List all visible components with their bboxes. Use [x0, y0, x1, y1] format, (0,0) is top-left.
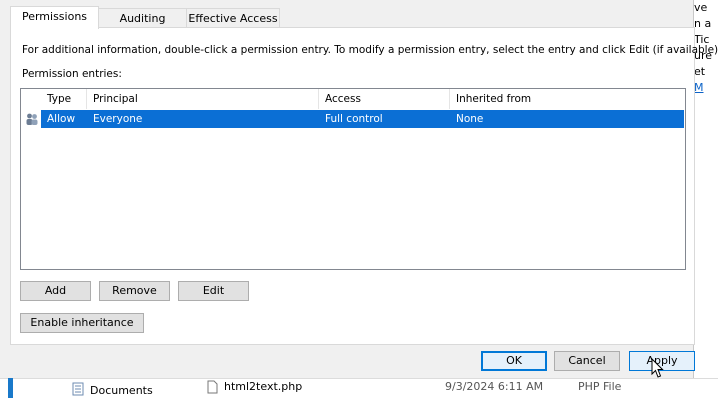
- file-name[interactable]: html2text.php: [224, 380, 302, 393]
- cancel-button[interactable]: Cancel: [554, 351, 620, 371]
- table-row[interactable]: Allow Everyone Full control None: [21, 110, 684, 128]
- tab-auditing[interactable]: Auditing: [97, 8, 188, 28]
- users-icon: [26, 113, 38, 125]
- advanced-security-dialog: Permissions Auditing Effective Access Fo…: [0, 0, 718, 379]
- mouse-cursor-icon: [651, 358, 664, 378]
- bg-text: ve: [694, 1, 708, 14]
- ok-button[interactable]: OK: [481, 351, 547, 371]
- explorer-file-row[interactable]: Documents html2text.php 9/3/2024 6:11 AM…: [0, 378, 718, 399]
- column-header-access[interactable]: Access: [319, 89, 450, 109]
- cell-principal: Everyone: [93, 113, 143, 125]
- enable-inheritance-button[interactable]: Enable inheritance: [20, 313, 144, 333]
- cell-access: Full control: [325, 113, 383, 125]
- file-type: PHP File: [578, 380, 622, 393]
- column-header-type[interactable]: Type: [41, 89, 87, 109]
- info-text: For additional information, double-click…: [22, 44, 718, 56]
- remove-button[interactable]: Remove: [99, 281, 170, 301]
- cell-inherited-from: None: [456, 113, 484, 125]
- document-icon: [72, 382, 84, 396]
- tab-permissions[interactable]: Permissions: [10, 6, 99, 29]
- bg-link[interactable]: M: [694, 80, 718, 96]
- bg-text: et: [694, 65, 706, 78]
- edit-button[interactable]: Edit: [178, 281, 249, 301]
- selection-strip: [8, 378, 13, 398]
- permissions-panel: For additional information, double-click…: [10, 27, 718, 345]
- column-header-inherited-from[interactable]: Inherited from: [450, 89, 684, 109]
- column-header-principal[interactable]: Principal: [87, 89, 319, 109]
- file-icon: [207, 380, 218, 394]
- permission-entries-list[interactable]: Type Principal Access Inherited from All…: [20, 88, 686, 270]
- cell-type: Allow: [47, 113, 76, 125]
- tab-effective-access[interactable]: Effective Access: [186, 8, 280, 28]
- bg-text: n a: [694, 17, 712, 30]
- file-date: 9/3/2024 6:11 AM: [445, 380, 544, 393]
- permission-entries-label: Permission entries:: [22, 68, 122, 80]
- folder-documents[interactable]: Documents: [90, 384, 153, 397]
- add-button[interactable]: Add: [20, 281, 91, 301]
- list-header: Type Principal Access Inherited from: [21, 89, 685, 109]
